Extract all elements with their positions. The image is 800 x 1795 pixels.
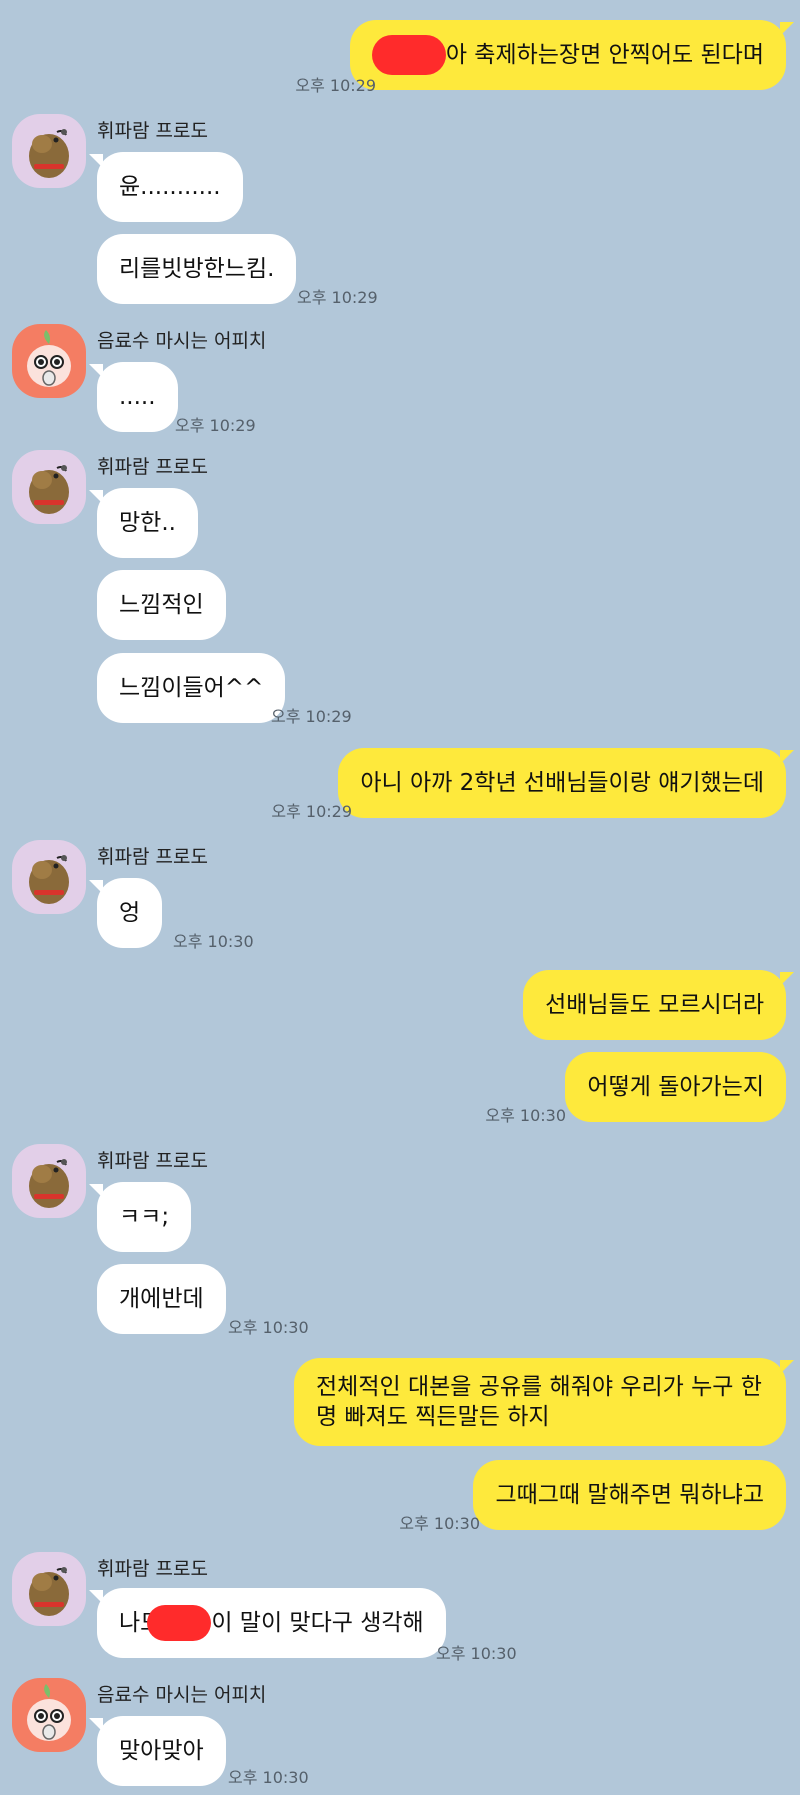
message-text: 전체적인 대본을 공유를 해줘야 우리가 누구 한명 빠져도 찍든말든 하지 xyxy=(316,1374,762,1430)
frodo-avatar-icon[interactable] xyxy=(12,450,86,524)
message-text: ㅋㅋ; xyxy=(119,1203,170,1230)
message-time: 오후 10:30 xyxy=(173,932,254,951)
frodo-avatar-icon[interactable] xyxy=(12,1144,86,1218)
message-time: 오후 10:29 xyxy=(297,288,378,307)
message-text: ..... xyxy=(119,383,156,410)
message-text: 어떻게 돌아가는지 xyxy=(587,1073,764,1100)
outgoing-message[interactable]: 어떻게 돌아가는지 xyxy=(565,1052,786,1122)
redaction-mark xyxy=(371,35,446,75)
sender-name: 휘파람 프로도 xyxy=(97,1558,208,1580)
message-text: 이 말이 맞다구 생각해 xyxy=(211,1609,424,1636)
incoming-message[interactable]: ㅋㅋ; xyxy=(88,1182,192,1252)
sender-name: 음료수 마시는 어피치 xyxy=(97,330,267,352)
sender-name: 휘파람 프로도 xyxy=(97,846,208,868)
message-text: 개에반데 xyxy=(119,1285,204,1312)
apeach-avatar-icon[interactable] xyxy=(12,1678,86,1752)
message-text: 맞아맞아 xyxy=(119,1737,204,1764)
message-text: 망한.. xyxy=(119,509,176,536)
outgoing-message[interactable]: 그때그때 말해주면 뭐하냐고 xyxy=(473,1460,786,1530)
message-text: 리를빗방한느킴. xyxy=(119,255,275,282)
incoming-message[interactable]: 느낌이들어^^ xyxy=(97,653,286,723)
incoming-message[interactable]: 개에반데 xyxy=(97,1264,226,1334)
message-time: 오후 10:30 xyxy=(399,1514,480,1533)
message-text: 아니 아까 2학년 선배님들이랑 얘기했는데 xyxy=(360,769,764,796)
message-text: 엉 xyxy=(119,899,141,926)
incoming-message[interactable]: 망한.. xyxy=(89,488,198,558)
sender-name: 휘파람 프로도 xyxy=(97,1150,208,1172)
message-text: 아 축제하는장면 안찍어도 된다며 xyxy=(445,41,764,68)
frodo-avatar-icon[interactable] xyxy=(12,840,86,914)
sender-name: 휘파람 프로도 xyxy=(97,456,208,478)
incoming-message[interactable]: 엉 xyxy=(88,878,163,948)
message-time: 오후 10:29 xyxy=(271,707,352,726)
message-time: 오후 10:29 xyxy=(295,76,376,95)
incoming-message[interactable]: 느낌적인 xyxy=(97,570,226,640)
incoming-message[interactable]: 윤........... xyxy=(89,152,243,222)
frodo-avatar-icon[interactable] xyxy=(12,1552,86,1626)
incoming-message[interactable]: ..... xyxy=(89,362,178,432)
message-time: 오후 10:30 xyxy=(228,1768,309,1787)
message-text: 느낌이들어^^ xyxy=(119,674,264,701)
message-time: 오후 10:30 xyxy=(485,1106,566,1125)
message-text: 선배님들도 모르시더라 xyxy=(545,991,764,1018)
message-time: 오후 10:30 xyxy=(228,1318,309,1337)
sender-name: 휘파람 프로도 xyxy=(97,120,208,142)
message-text: 윤........... xyxy=(119,173,221,200)
message-time: 오후 10:30 xyxy=(436,1644,517,1663)
apeach-avatar-icon[interactable] xyxy=(12,324,86,398)
outgoing-message[interactable]: 아 축제하는장면 안찍어도 된다며 xyxy=(349,20,795,90)
incoming-message[interactable]: 리를빗방한느킴. xyxy=(97,234,297,304)
message-time: 오후 10:29 xyxy=(175,416,256,435)
outgoing-message[interactable]: 아니 아까 2학년 선배님들이랑 얘기했는데 xyxy=(338,748,794,818)
incoming-message[interactable]: 맞아맞아 xyxy=(89,1716,226,1786)
message-time: 오후 10:29 xyxy=(271,802,352,821)
incoming-message[interactable]: 나도 이 말이 맞다구 생각해 xyxy=(89,1588,446,1658)
frodo-avatar-icon[interactable] xyxy=(12,114,86,188)
outgoing-message[interactable]: 선배님들도 모르시더라 xyxy=(523,970,794,1040)
redaction-mark xyxy=(147,1605,212,1641)
sender-name: 음료수 마시는 어피치 xyxy=(97,1684,267,1706)
message-text: 그때그때 말해주면 뭐하냐고 xyxy=(495,1481,764,1508)
message-text: 느낌적인 xyxy=(119,591,204,618)
outgoing-message[interactable]: 전체적인 대본을 공유를 해줘야 우리가 누구 한명 빠져도 찍든말든 하지 xyxy=(294,1358,794,1446)
